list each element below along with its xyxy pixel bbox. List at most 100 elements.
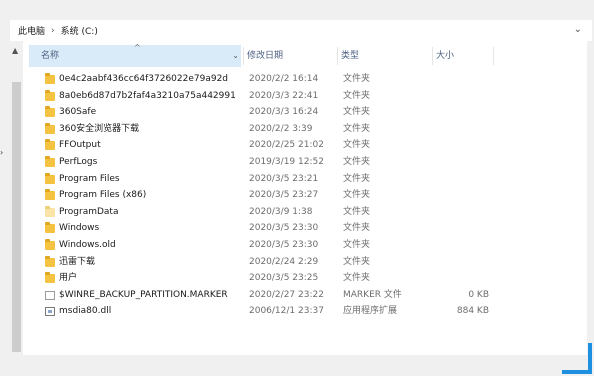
file-row[interactable]: FFOutput 2020/2/25 21:02 文件夹 bbox=[27, 137, 582, 154]
file-date: 2020/2/25 21:02 bbox=[249, 140, 324, 151]
file-name: 360Safe bbox=[59, 107, 97, 118]
file-row[interactable]: $WINRE_BACKUP_PARTITION.MARKER 2020/2/27… bbox=[27, 287, 582, 304]
breadcrumb-root[interactable]: 此电脑 bbox=[18, 24, 45, 37]
file-type: 文件夹 bbox=[343, 140, 371, 151]
file-name: 360安全浏览器下载 bbox=[59, 123, 140, 134]
folder-icon bbox=[45, 73, 55, 84]
file-date: 2020/2/27 23:22 bbox=[249, 289, 324, 300]
file-date: 2020/3/5 23:25 bbox=[249, 273, 319, 284]
file-date: 2020/3/3 22:41 bbox=[249, 90, 319, 101]
file-type: 文件夹 bbox=[343, 273, 371, 284]
file-name: PerfLogs bbox=[59, 156, 98, 167]
dll-icon bbox=[45, 307, 55, 317]
file-row[interactable]: 迅雷下载 2020/2/24 2:29 文件夹 bbox=[27, 254, 582, 271]
scroll-up-icon[interactable]: ▲ bbox=[12, 46, 18, 55]
scrollbar-thumb[interactable] bbox=[12, 82, 21, 352]
file-list-pane: ▲ ^ 名称 ⌄ 修改日期 类型 大小 0e4c2aabf436cc64f372… bbox=[10, 41, 587, 355]
folder-icon bbox=[45, 139, 55, 151]
file-type: MARKER 文件 bbox=[343, 289, 402, 300]
chevron-down-icon[interactable]: ⌄ bbox=[574, 24, 582, 35]
file-type: 文件夹 bbox=[343, 173, 371, 184]
folder-icon bbox=[45, 122, 55, 134]
file-date: 2020/2/2 3:39 bbox=[249, 123, 313, 134]
file-name: ProgramData bbox=[59, 206, 119, 217]
column-divider[interactable] bbox=[432, 47, 433, 65]
column-header-date[interactable]: 修改日期 bbox=[247, 45, 283, 67]
file-name: 用户 bbox=[59, 273, 78, 284]
file-row[interactable]: Program Files 2020/3/5 23:21 文件夹 bbox=[27, 171, 582, 188]
column-divider[interactable] bbox=[243, 47, 244, 65]
file-type: 文件夹 bbox=[343, 90, 371, 101]
file-name: Windows bbox=[59, 223, 100, 234]
folder-icon bbox=[45, 272, 55, 284]
file-name: 8a0eb6d87d7b2faf4a3210a75a442991 bbox=[59, 90, 236, 101]
file-list: 0e4c2aabf436cc64f3726022e79a92d 2020/2/2… bbox=[27, 71, 582, 320]
file-row[interactable]: ProgramData 2020/3/9 1:38 文件夹 bbox=[27, 204, 582, 221]
file-type: 文件夹 bbox=[343, 123, 371, 134]
file-row[interactable]: PerfLogs 2019/3/19 12:52 文件夹 bbox=[27, 154, 582, 171]
folder-icon bbox=[45, 172, 55, 184]
file-type: 文件夹 bbox=[343, 190, 371, 201]
folder-icon bbox=[45, 155, 55, 167]
file-row[interactable]: 8a0eb6d87d7b2faf4a3210a75a442991 2020/3/… bbox=[27, 88, 582, 105]
column-filter-chevron-icon[interactable]: ⌄ bbox=[232, 45, 239, 67]
file-type: 文件夹 bbox=[343, 156, 371, 167]
file-date: 2019/3/19 12:52 bbox=[249, 156, 324, 167]
file-row[interactable]: msdia80.dll 2006/12/1 23:37 应用程序扩展 884 K… bbox=[27, 303, 582, 320]
column-header-size[interactable]: 大小 bbox=[436, 45, 454, 67]
file-date: 2006/12/1 23:37 bbox=[249, 306, 324, 317]
file-date: 2020/3/5 23:30 bbox=[249, 239, 319, 250]
breadcrumb-separator-icon[interactable]: › bbox=[51, 26, 55, 36]
file-row[interactable]: 360安全浏览器下载 2020/2/2 3:39 文件夹 bbox=[27, 121, 582, 138]
accent-corner-horizontal bbox=[562, 370, 592, 374]
breadcrumb-current[interactable]: 系统 (C:) bbox=[61, 24, 98, 37]
file-date: 2020/2/24 2:29 bbox=[249, 256, 319, 267]
file-row[interactable]: Program Files (x86) 2020/3/5 23:27 文件夹 bbox=[27, 187, 582, 204]
column-header-name-label: 名称 bbox=[41, 51, 60, 61]
address-bar[interactable]: 此电脑 › 系统 (C:) ⌄ bbox=[10, 20, 592, 41]
file-type: 文件夹 bbox=[343, 256, 371, 267]
file-name: Program Files (x86) bbox=[59, 190, 147, 201]
file-type: 文件夹 bbox=[343, 107, 371, 118]
file-date: 2020/2/2 16:14 bbox=[249, 74, 319, 84]
file-row[interactable]: 0e4c2aabf436cc64f3726022e79a92d 2020/2/2… bbox=[27, 71, 582, 88]
file-date: 2020/3/5 23:27 bbox=[249, 190, 319, 201]
accent-corner-vertical bbox=[588, 343, 592, 373]
file-icon bbox=[45, 290, 55, 300]
folder-icon bbox=[45, 238, 55, 250]
file-type: 文件夹 bbox=[343, 239, 371, 250]
file-type: 文件夹 bbox=[343, 223, 371, 234]
file-date: 2020/3/5 23:30 bbox=[249, 223, 319, 234]
column-header-name[interactable]: ^ 名称 ⌄ bbox=[29, 43, 241, 67]
file-size: 0 KB bbox=[468, 289, 489, 300]
pane-resize-handle[interactable]: › bbox=[0, 148, 3, 157]
folder-icon bbox=[45, 106, 55, 118]
file-type: 文件夹 bbox=[343, 206, 371, 217]
file-row[interactable]: 360Safe 2020/3/3 16:24 文件夹 bbox=[27, 104, 582, 121]
file-date: 2020/3/3 16:24 bbox=[249, 107, 319, 118]
vertical-scrollbar[interactable]: ▲ bbox=[10, 41, 23, 355]
file-size: 884 KB bbox=[456, 306, 489, 317]
sort-ascending-icon: ^ bbox=[134, 43, 141, 52]
file-type: 文件夹 bbox=[343, 74, 371, 84]
folder-icon bbox=[45, 222, 55, 234]
column-divider[interactable] bbox=[337, 47, 338, 65]
file-row[interactable]: Windows 2020/3/5 23:30 文件夹 bbox=[27, 220, 582, 237]
file-name: Windows.old bbox=[59, 239, 116, 250]
folder-light-icon bbox=[45, 205, 55, 217]
file-date: 2020/3/9 1:38 bbox=[249, 206, 313, 217]
column-divider[interactable] bbox=[493, 47, 494, 65]
column-header-row: ^ 名称 ⌄ 修改日期 类型 大小 bbox=[27, 43, 582, 67]
file-row[interactable]: 用户 2020/3/5 23:25 文件夹 bbox=[27, 270, 582, 287]
folder-icon bbox=[45, 189, 55, 201]
folder-icon bbox=[45, 89, 55, 101]
file-name: 0e4c2aabf436cc64f3726022e79a92d bbox=[59, 74, 229, 84]
file-name: FFOutput bbox=[59, 140, 101, 151]
file-name: $WINRE_BACKUP_PARTITION.MARKER bbox=[59, 289, 228, 300]
file-name: msdia80.dll bbox=[59, 306, 112, 317]
file-name: Program Files bbox=[59, 173, 120, 184]
file-row[interactable]: Windows.old 2020/3/5 23:30 文件夹 bbox=[27, 237, 582, 254]
column-header-type[interactable]: 类型 bbox=[341, 45, 359, 67]
file-date: 2020/3/5 23:21 bbox=[249, 173, 319, 184]
file-type: 应用程序扩展 bbox=[343, 306, 398, 317]
